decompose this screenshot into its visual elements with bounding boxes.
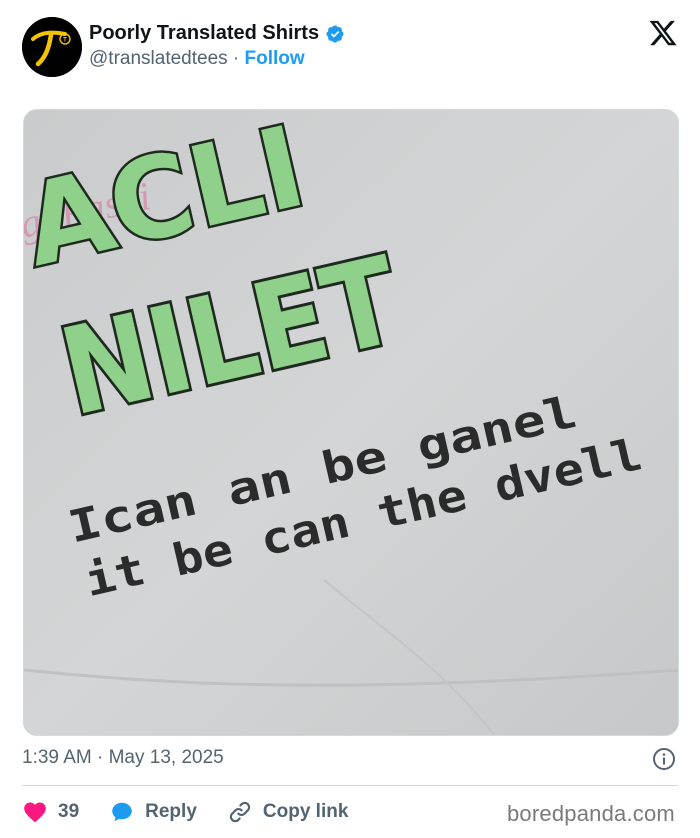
info-icon[interactable]: [652, 747, 676, 771]
post-date: May 13, 2025: [108, 747, 224, 768]
action-bar: 39 Reply Copy link: [22, 797, 378, 827]
svg-text:T: T: [63, 38, 67, 44]
reply-button[interactable]: Reply: [109, 799, 197, 825]
timestamp-separator: ·: [97, 747, 104, 768]
shirt-photo: imigi Fashi ACLI NILET Ican an be ganel …: [24, 110, 678, 735]
follow-button[interactable]: Follow: [245, 48, 305, 69]
reply-bubble-icon: [112, 802, 132, 822]
verified-badge-icon: [326, 24, 344, 43]
post-image[interactable]: imigi Fashi ACLI NILET Ican an be ganel …: [23, 109, 679, 736]
avatar[interactable]: T: [22, 17, 82, 77]
heart-icon: [24, 802, 46, 823]
divider: [22, 785, 678, 786]
handle-separator: ·: [232, 48, 240, 69]
post-timestamp[interactable]: 1:39 AM · May 13, 2025: [22, 747, 224, 769]
post-header: T Poorly Translated Shirts @translatedte…: [0, 0, 700, 100]
account-name[interactable]: Poorly Translated Shirts: [89, 22, 319, 45]
like-count: 39: [58, 801, 80, 822]
x-logo-icon[interactable]: [648, 18, 678, 48]
copy-link-button[interactable]: Copy link: [227, 799, 349, 825]
reply-label: Reply: [145, 801, 197, 822]
like-button[interactable]: 39: [22, 799, 79, 825]
copy-link-label: Copy link: [262, 801, 349, 822]
post-time: 1:39 AM: [22, 747, 92, 768]
account-handle[interactable]: @translatedtees: [89, 48, 228, 69]
link-icon: [229, 801, 251, 823]
account-name-row: Poorly Translated Shirts: [89, 22, 345, 45]
t-logo-avatar: T: [22, 17, 82, 77]
watermark: boredpanda.com: [507, 801, 675, 826]
handle-row: @translatedtees · Follow: [89, 48, 305, 70]
